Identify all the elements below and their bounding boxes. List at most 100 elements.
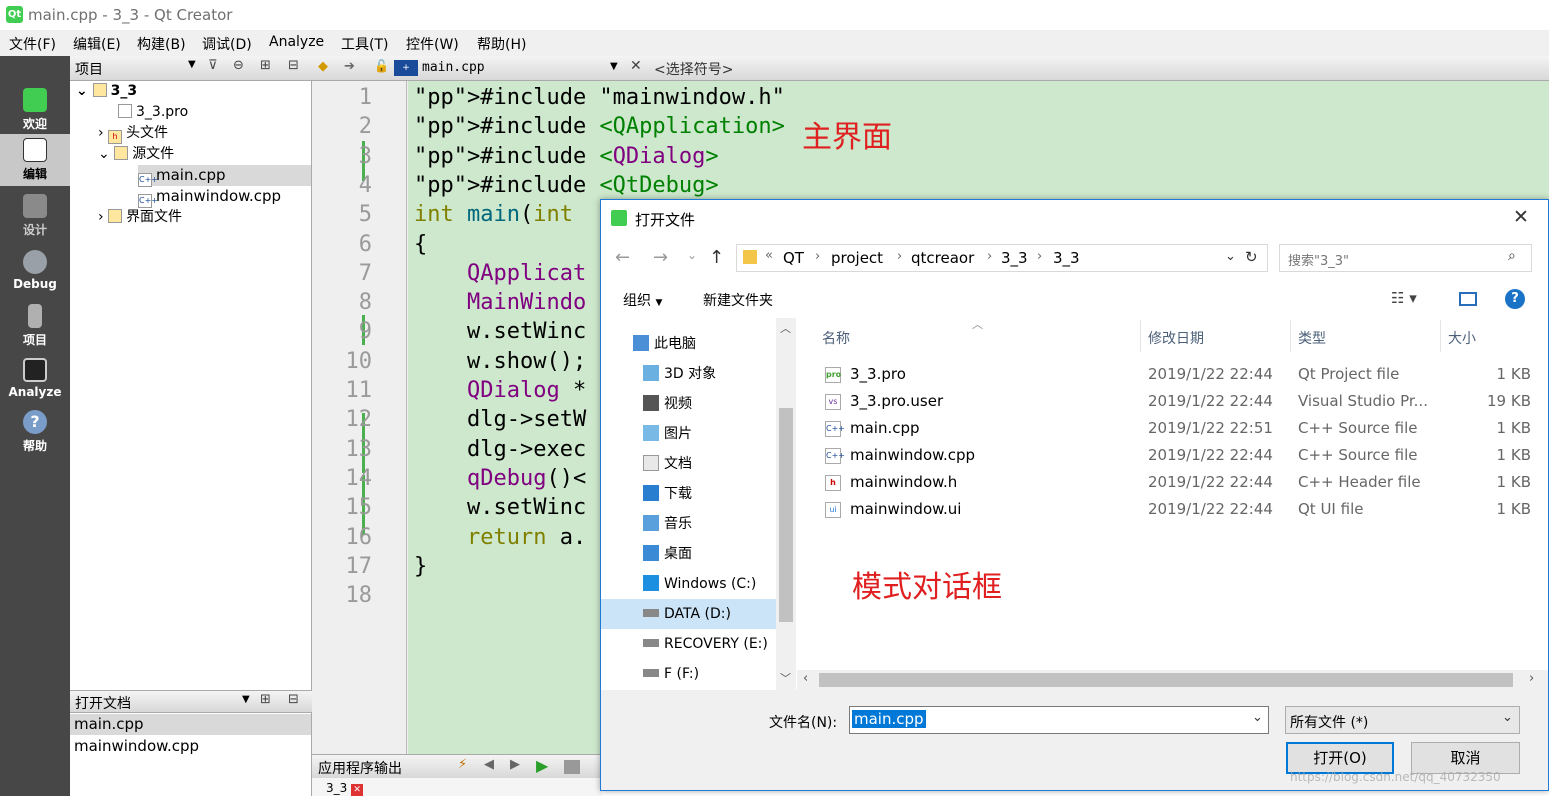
nav-drive-f[interactable]: F (F:) [601,659,776,689]
code-line[interactable]: QDialog * [414,378,586,403]
column-divider[interactable] [1290,320,1291,352]
chevron-down-icon[interactable]: ⌄ [1225,249,1236,264]
menu-file[interactable]: 文件(F) [9,34,56,54]
code-line[interactable]: "pp">#include <QApplication> [414,114,785,139]
view-options-icon[interactable]: ☷ ▾ [1391,289,1417,307]
code-line[interactable]: int main(int [414,202,573,227]
project-view-selector[interactable]: 项目 [75,59,103,79]
search-icon[interactable]: ⌕ [1508,248,1516,264]
chevron-left-icon[interactable]: ‹ [803,671,808,686]
code-line[interactable]: dlg->exec [414,437,586,462]
column-divider[interactable] [1140,320,1141,352]
nav-drive-d[interactable]: DATA (D:) [601,599,776,629]
close-panel-icon[interactable]: ⊟ [288,58,299,73]
code-line[interactable]: { [414,232,427,257]
navigation-scrollbar[interactable]: ︿ ﹀ [776,318,796,690]
nav-videos[interactable]: 视频 [601,389,776,419]
nav-this-pc[interactable]: 此电脑 [601,329,776,359]
file-list-scrollbar[interactable]: ‹ › [797,670,1548,690]
nav-pictures[interactable]: 图片 [601,419,776,449]
menu-analyze[interactable]: Analyze [269,34,324,50]
run-icon[interactable]: ▶ [536,756,548,775]
next-icon[interactable]: ▶ [510,757,520,772]
nav-drive-c[interactable]: Windows (C:) [601,569,776,599]
back-arrow-icon[interactable]: ← [615,247,630,268]
refresh-icon[interactable]: ↻ [1245,248,1258,266]
file-row-pro[interactable]: pro 3_3.pro 2019/1/22 22:44 Qt Project f… [797,361,1548,388]
mode-edit[interactable]: 编辑 [0,134,70,186]
filename-input[interactable]: main.cpp [852,710,926,728]
tree-item-mainwindow-cpp[interactable]: C++mainwindow.cpp [138,186,311,208]
organize-button[interactable]: 组织 ▼ [623,290,662,310]
chevron-down-icon[interactable]: ▼ [188,59,196,70]
mode-debug[interactable]: Debug [0,246,70,298]
split-icon[interactable]: ⊞ [260,58,271,73]
code-line[interactable]: "pp">#include "mainwindow.h" [414,85,785,110]
forward-arrow-icon[interactable]: ➔ [344,59,355,74]
menu-controls[interactable]: 控件(W) [406,34,459,54]
preview-pane-icon[interactable] [1459,292,1477,306]
breadcrumb-qtcreaor[interactable]: qtcreaor [911,249,974,267]
close-icon[interactable]: ✕ [630,58,642,74]
menu-help[interactable]: 帮助(H) [477,34,526,54]
breadcrumb-3-3-current[interactable]: 3_3 [1053,249,1080,267]
stop-icon[interactable] [564,760,580,774]
menu-tools[interactable]: 工具(T) [341,34,388,54]
open-doc-main-cpp[interactable]: main.cpp [70,714,311,735]
close-icon[interactable]: ✕ [1513,206,1529,228]
column-size[interactable]: 大小 [1448,328,1476,348]
code-line[interactable]: QApplicat [414,261,586,286]
chevron-up-icon[interactable]: ︿ [780,320,791,336]
code-line[interactable]: "pp">#include <QDialog> [414,144,719,169]
file-row-mainwindow-h[interactable]: h mainwindow.h 2019/1/22 22:44 C++ Heade… [797,469,1548,496]
back-arrow-icon[interactable]: ◆ [318,59,328,74]
chevron-down-icon[interactable]: ▼ [610,61,618,72]
nav-downloads[interactable]: 下载 [601,479,776,509]
scrollbar-thumb[interactable] [819,673,1513,687]
overflow-chevron-icon[interactable]: « [765,248,773,263]
tree-item-project[interactable]: ⌄ 3_3 [76,81,306,102]
close-panel-icon[interactable]: ⊟ [288,692,299,707]
mode-analyze[interactable]: Analyze [0,354,70,406]
chevron-down-icon[interactable]: ⌄ [1502,710,1513,725]
menu-build[interactable]: 构建(B) [137,34,186,54]
output-tab-3-3[interactable]: 3_3 ✕ [326,781,364,796]
tree-item-headers[interactable]: › h 头文件 [98,123,298,144]
file-type-filter[interactable]: 所有文件 (*) ⌄ [1285,706,1520,734]
nav-3d-objects[interactable]: 3D 对象 [601,359,776,389]
chevron-down-icon[interactable]: ▼ [242,694,250,705]
mode-design[interactable]: 设计 [0,190,70,242]
filter-icon[interactable]: ⊽ [208,58,218,73]
mode-help[interactable]: ? 帮助 [0,406,70,458]
code-line[interactable]: return a. [414,525,586,550]
clear-output-icon[interactable]: ⚡ [458,757,467,772]
mode-project[interactable]: 项目 [0,300,70,352]
nav-drive-e[interactable]: RECOVERY (E:) [601,629,776,659]
column-name[interactable]: 名称 [822,328,850,348]
breadcrumb-project[interactable]: project [831,249,883,267]
link-icon[interactable]: ⊖ [233,58,244,73]
code-line[interactable]: qDebug()< [414,466,586,491]
code-line[interactable]: dlg->setW [414,407,586,432]
chevron-down-icon[interactable]: ⌄ [1252,710,1263,725]
tree-item-pro[interactable]: 3_3.pro [118,102,298,123]
column-type[interactable]: 类型 [1298,328,1326,348]
close-icon[interactable]: ✕ [351,784,364,796]
editor-file-tab[interactable]: main.cpp [422,60,485,75]
prev-icon[interactable]: ◀ [484,757,494,772]
nav-desktop[interactable]: 桌面 [601,539,776,569]
breadcrumb-qt[interactable]: QT [783,249,804,267]
code-line[interactable]: } [414,554,427,579]
code-line[interactable]: MainWindo [414,290,586,315]
file-row-pro-user[interactable]: vs 3_3.pro.user 2019/1/22 22:44 Visual S… [797,388,1548,415]
open-doc-mainwindow-cpp[interactable]: mainwindow.cpp [70,736,311,757]
file-row-mainwindow-ui[interactable]: ui mainwindow.ui 2019/1/22 22:44 Qt UI f… [797,496,1548,523]
scrollbar-thumb[interactable] [779,408,793,622]
tree-item-main-cpp[interactable]: C++main.cpp [138,165,311,187]
tree-item-forms[interactable]: › 界面文件 [98,207,298,228]
up-arrow-icon[interactable]: ↑ [709,247,724,268]
code-line[interactable]: w.show(); [414,349,586,374]
code-line[interactable]: w.setWinc [414,495,586,520]
code-line[interactable]: w.setWinc [414,319,586,344]
chevron-down-icon[interactable]: ﹀ [780,670,791,686]
